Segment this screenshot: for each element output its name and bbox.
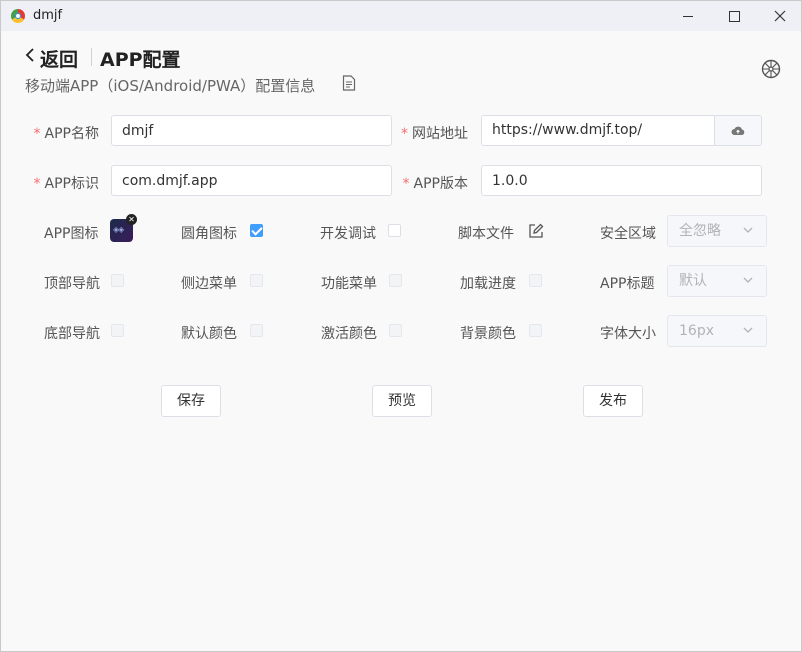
bg-color-checkbox[interactable] xyxy=(529,324,542,337)
settings-wheel-icon[interactable] xyxy=(761,59,781,79)
remove-icon-button[interactable]: ✕ xyxy=(126,214,137,225)
site-url-label: * 网站地址 xyxy=(401,126,468,142)
dev-debug-label: 开发调试 xyxy=(320,226,376,242)
font-size-value: 16px xyxy=(679,323,714,339)
app-icon-label: APP图标 xyxy=(44,226,99,242)
chevron-down-icon xyxy=(743,277,753,283)
app-id-label: * APP标识 xyxy=(33,176,99,192)
rounded-icon-label: 圆角图标 xyxy=(181,226,237,242)
dev-debug-checkbox[interactable] xyxy=(388,224,401,237)
app-title-label: APP标题 xyxy=(600,276,655,292)
app-title-select[interactable]: 默认 xyxy=(667,265,767,297)
close-icon xyxy=(774,10,786,22)
font-size-select[interactable]: 16px xyxy=(667,315,767,347)
header-divider xyxy=(91,48,92,66)
app-title-value: 默认 xyxy=(679,273,707,289)
active-color-checkbox[interactable] xyxy=(389,324,402,337)
close-button[interactable] xyxy=(757,1,801,31)
side-menu-checkbox[interactable] xyxy=(250,274,263,287)
func-menu-label: 功能菜单 xyxy=(321,276,377,292)
window-title: dmjf xyxy=(33,8,63,23)
maximize-icon xyxy=(728,10,740,22)
script-file-label: 脚本文件 xyxy=(458,226,514,242)
safe-area-select[interactable]: 全忽略 xyxy=(667,215,767,247)
required-mark: * xyxy=(401,126,408,142)
default-color-label: 默认颜色 xyxy=(181,326,237,342)
publish-button[interactable]: 发布 xyxy=(583,385,643,417)
chevron-left-icon[interactable] xyxy=(25,48,35,62)
font-size-label: 字体大小 xyxy=(600,326,656,342)
app-version-input[interactable] xyxy=(481,165,762,196)
document-icon[interactable] xyxy=(342,75,356,91)
app-id-input[interactable] xyxy=(111,165,392,196)
load-progress-label: 加载进度 xyxy=(460,276,516,292)
default-color-checkbox[interactable] xyxy=(250,324,263,337)
title-bar: dmjf xyxy=(1,1,801,31)
chevron-down-icon xyxy=(743,327,753,333)
app-name-label: * APP名称 xyxy=(33,126,99,142)
side-menu-label: 侧边菜单 xyxy=(181,276,237,292)
app-name-input[interactable] xyxy=(111,115,392,146)
cloud-upload-icon xyxy=(731,126,745,135)
save-button[interactable]: 保存 xyxy=(161,385,221,417)
load-progress-checkbox[interactable] xyxy=(529,274,542,287)
minimize-button[interactable] xyxy=(665,1,711,31)
back-button[interactable]: 返回 xyxy=(40,45,78,72)
required-mark: * xyxy=(33,176,41,192)
site-url-input[interactable] xyxy=(482,116,714,145)
bottom-nav-checkbox[interactable] xyxy=(111,324,124,337)
required-mark: * xyxy=(33,126,41,142)
app-logo-icon xyxy=(11,9,25,23)
func-menu-checkbox[interactable] xyxy=(389,274,402,287)
rounded-icon-checkbox[interactable] xyxy=(250,224,263,237)
safe-area-value: 全忽略 xyxy=(679,223,721,239)
chevron-down-icon xyxy=(743,227,753,233)
minimize-icon xyxy=(683,15,693,17)
bottom-nav-label: 底部导航 xyxy=(44,326,100,342)
safe-area-label: 安全区域 xyxy=(600,226,656,242)
preview-button[interactable]: 预览 xyxy=(372,385,432,417)
top-nav-checkbox[interactable] xyxy=(111,274,124,287)
bg-color-label: 背景颜色 xyxy=(460,326,516,342)
app-icon-art: ◈◈ xyxy=(113,225,124,234)
page-subtitle: 移动端APP（iOS/Android/PWA）配置信息 xyxy=(25,77,316,95)
required-mark: * xyxy=(402,176,410,192)
app-window: dmjf 返回 APP配置 移动端APP（iOS/Android/PWA）配置信… xyxy=(0,0,802,652)
page-title: APP配置 xyxy=(100,49,181,71)
edit-icon[interactable] xyxy=(528,223,544,239)
site-url-field xyxy=(481,115,762,146)
upload-button[interactable] xyxy=(714,116,761,145)
active-color-label: 激活颜色 xyxy=(321,326,377,342)
maximize-button[interactable] xyxy=(711,1,757,31)
app-version-label: * APP版本 xyxy=(402,176,468,192)
top-nav-label: 顶部导航 xyxy=(44,276,100,292)
